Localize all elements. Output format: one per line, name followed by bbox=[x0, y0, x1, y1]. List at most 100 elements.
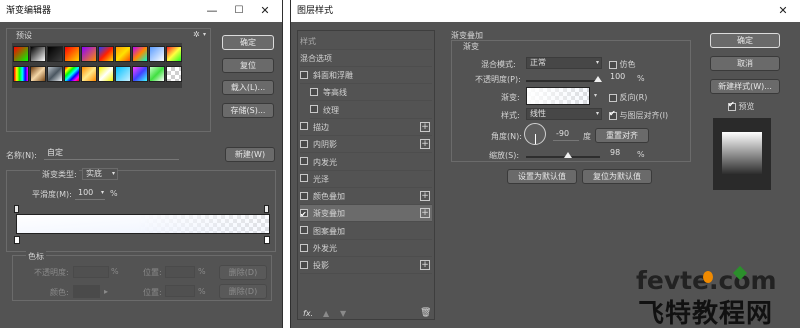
effect-checkbox[interactable] bbox=[300, 206, 308, 223]
effect-checkbox[interactable] bbox=[300, 70, 308, 79]
effect-checkbox[interactable] bbox=[300, 260, 308, 269]
preset-swatch[interactable] bbox=[149, 46, 165, 62]
minimize-icon[interactable]: — bbox=[199, 0, 225, 22]
preset-swatch[interactable] bbox=[47, 66, 63, 82]
effect-checkbox[interactable] bbox=[310, 105, 318, 114]
preset-swatch[interactable] bbox=[98, 46, 114, 62]
reset-default-button[interactable]: 复位为默认值 bbox=[582, 169, 652, 184]
dither-checkbox[interactable]: 仿色 bbox=[609, 59, 636, 70]
preset-swatch[interactable] bbox=[115, 66, 131, 82]
arrow-down-icon[interactable]: ▼ bbox=[340, 309, 346, 318]
preset-swatch[interactable] bbox=[132, 46, 148, 62]
color-stop-left[interactable] bbox=[14, 236, 20, 244]
reset-button[interactable]: 复位 bbox=[222, 58, 274, 73]
effect-checkbox[interactable] bbox=[300, 139, 308, 148]
effect-item[interactable]: 渐变叠加 + bbox=[300, 205, 432, 223]
reset-align-button[interactable]: 重置对齐 bbox=[595, 128, 649, 143]
add-effect-icon[interactable]: + bbox=[420, 260, 430, 271]
effect-item[interactable]: 光泽 bbox=[300, 171, 432, 188]
scale-slider-knob[interactable] bbox=[564, 152, 572, 158]
scale-input[interactable]: 98 bbox=[607, 148, 631, 160]
effect-item[interactable]: 外发光 bbox=[300, 240, 432, 257]
layer-style-ok-button[interactable]: 确定 bbox=[710, 33, 780, 48]
effect-item[interactable]: 等高线 bbox=[310, 84, 432, 102]
preset-swatch[interactable] bbox=[30, 46, 46, 62]
preset-swatch[interactable] bbox=[166, 66, 182, 82]
blend-mode-select[interactable]: 正常 ▾ bbox=[526, 57, 602, 69]
load-button[interactable]: 载入(L)... bbox=[222, 80, 274, 95]
close-icon[interactable]: ✕ bbox=[770, 0, 796, 22]
reverse-checkbox[interactable]: 反向(R) bbox=[609, 92, 647, 103]
preset-swatch[interactable] bbox=[64, 46, 80, 62]
save-button[interactable]: 存储(S)... bbox=[222, 103, 274, 118]
preset-swatch[interactable] bbox=[13, 66, 29, 82]
effect-checkbox[interactable] bbox=[300, 226, 308, 235]
effect-item[interactable]: 内阴影 + bbox=[300, 136, 432, 154]
effect-checkbox[interactable] bbox=[300, 122, 308, 131]
scale-slider[interactable] bbox=[526, 152, 600, 158]
color-stop-right[interactable] bbox=[264, 236, 270, 244]
gradient-bar[interactable] bbox=[16, 214, 270, 234]
preset-swatch[interactable] bbox=[81, 66, 97, 82]
style-label: 样式: bbox=[501, 111, 520, 120]
preset-swatch[interactable] bbox=[98, 66, 114, 82]
styles-header[interactable]: 样式 bbox=[300, 33, 432, 50]
preset-swatch[interactable] bbox=[47, 46, 63, 62]
effect-checkbox[interactable] bbox=[300, 243, 308, 252]
effect-item[interactable]: 斜面和浮雕 bbox=[300, 67, 432, 84]
add-effect-icon[interactable]: + bbox=[420, 121, 430, 132]
close-icon[interactable]: ✕ bbox=[252, 0, 278, 22]
preset-swatch[interactable] bbox=[81, 46, 97, 62]
preset-swatch[interactable] bbox=[166, 46, 182, 62]
new-style-button[interactable]: 新建样式(W)... bbox=[710, 79, 780, 94]
preset-swatch[interactable] bbox=[149, 66, 165, 82]
layer-style-cancel-button[interactable]: 取消 bbox=[710, 56, 780, 71]
effect-item[interactable]: 内发光 bbox=[300, 154, 432, 171]
watermark-cn: 飞特教程网 bbox=[638, 299, 774, 329]
opacity-slider-knob[interactable] bbox=[594, 76, 602, 82]
add-effect-icon[interactable]: + bbox=[420, 208, 430, 219]
smoothness-input[interactable]: 100 ▾ bbox=[75, 188, 105, 200]
preset-swatch[interactable] bbox=[64, 66, 80, 82]
preset-swatch[interactable] bbox=[115, 46, 131, 62]
add-effect-icon[interactable]: + bbox=[420, 191, 430, 202]
opacity-stop-right[interactable] bbox=[264, 205, 269, 213]
angle-input[interactable]: -90 bbox=[553, 129, 579, 141]
effect-checkbox[interactable] bbox=[300, 174, 308, 183]
effect-item[interactable]: 纹理 bbox=[310, 102, 432, 119]
make-default-button[interactable]: 设置为默认值 bbox=[507, 169, 577, 184]
chevron-down-icon[interactable]: ▾ bbox=[594, 92, 597, 99]
align-with-layer-checkbox[interactable]: 与图层对齐(I) bbox=[609, 109, 668, 121]
gradient-type-select[interactable]: 实底 ▾ bbox=[82, 168, 118, 180]
opacity-input[interactable]: 100 bbox=[607, 72, 631, 84]
gear-icon[interactable]: ✲ bbox=[193, 30, 200, 39]
angle-dial[interactable] bbox=[524, 123, 546, 145]
opacity-stop-left[interactable] bbox=[14, 205, 19, 213]
chevron-down-icon[interactable]: ▾ bbox=[203, 31, 206, 38]
new-button[interactable]: 新建(W) bbox=[225, 147, 275, 162]
effect-item[interactable]: 颜色叠加 + bbox=[300, 188, 432, 206]
effect-item[interactable]: 投影 + bbox=[300, 257, 432, 275]
ok-button[interactable]: 确定 bbox=[222, 35, 274, 50]
preset-swatch[interactable] bbox=[13, 46, 29, 62]
opacity-slider[interactable] bbox=[526, 76, 602, 82]
trash-icon[interactable]: 🗑 bbox=[420, 308, 431, 318]
blend-options-item[interactable]: 混合选项 bbox=[300, 50, 432, 67]
effect-label: 图案叠加 bbox=[313, 226, 345, 236]
effect-checkbox[interactable] bbox=[300, 157, 308, 165]
fx-icon[interactable]: fx. bbox=[303, 309, 313, 318]
effect-item[interactable]: 图案叠加 bbox=[300, 223, 432, 240]
effect-checkbox[interactable] bbox=[310, 87, 318, 96]
preview-checkbox[interactable]: 预览 bbox=[728, 100, 755, 112]
effect-item[interactable]: 描边 + bbox=[300, 119, 432, 136]
effect-label: 内阴影 bbox=[313, 140, 337, 150]
preset-swatch[interactable] bbox=[132, 66, 148, 82]
gradient-swatch[interactable] bbox=[526, 87, 590, 105]
name-input[interactable]: 自定 bbox=[44, 148, 179, 160]
style-select[interactable]: 线性 ▾ bbox=[526, 108, 602, 120]
maximize-icon[interactable]: ☐ bbox=[226, 0, 252, 22]
arrow-up-icon[interactable]: ▲ bbox=[323, 309, 329, 318]
preset-swatch[interactable] bbox=[30, 66, 46, 82]
add-effect-icon[interactable]: + bbox=[420, 139, 430, 150]
effect-checkbox[interactable] bbox=[300, 191, 308, 200]
